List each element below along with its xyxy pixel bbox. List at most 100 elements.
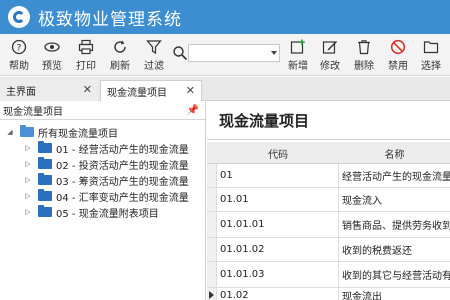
folder-icon	[38, 205, 52, 217]
folder-icon	[38, 141, 52, 153]
cell-name: 收到的其它与经营活动有关的现金	[342, 271, 450, 282]
tree-item-05[interactable]: ▷ 05 - 现金流量附表项目	[24, 204, 159, 220]
row-indicator	[207, 262, 217, 287]
edit-label: 修改	[320, 61, 340, 72]
add-icon	[290, 39, 305, 54]
cell-code: 01.01	[217, 188, 339, 211]
title-bar: 极致物业管理系统	[0, 0, 450, 34]
disable-button[interactable]: 禁用	[383, 37, 413, 73]
table-row-current[interactable]: 01.02 现金流出	[207, 288, 450, 300]
grid-header: 代码 名称	[207, 142, 450, 164]
refresh-icon	[114, 40, 126, 53]
tree-item-01[interactable]: ▷ 01 - 经营活动产生的现金流量	[24, 140, 189, 156]
table-row[interactable]: 01.01.03 收到的其它与经营活动有关的现金	[207, 262, 450, 288]
tree-panel-title: 现金流量项目	[3, 107, 63, 118]
collapsed-arrow-icon[interactable]: ▷	[24, 144, 32, 152]
search-icon[interactable]	[172, 45, 188, 61]
disable-icon	[390, 39, 406, 55]
row-indicator	[207, 212, 217, 237]
delete-button[interactable]: 删除	[349, 37, 379, 73]
delete-label: 删除	[354, 61, 374, 72]
tree-item-02[interactable]: ▷ 02 - 投资活动产生的现金流量	[24, 156, 189, 172]
chevron-down-icon[interactable]	[271, 51, 277, 55]
help-icon: ?	[11, 39, 27, 55]
collapsed-arrow-icon[interactable]: ▷	[24, 160, 32, 168]
tree-item-label: 03 - 筹资活动产生的现金流量	[56, 176, 189, 188]
tree-item-label: 05 - 现金流量附表项目	[56, 208, 159, 220]
trash-icon	[358, 40, 370, 55]
preview-label: 预览	[42, 61, 62, 72]
collapsed-arrow-icon[interactable]: ▷	[24, 176, 32, 184]
edit-icon	[322, 41, 337, 54]
app-logo-icon	[8, 6, 30, 28]
content-panel: 现金流量项目 代码 名称 01 经营活动产生的现金流量 01.01 现金流入 0…	[207, 102, 450, 300]
filter-icon	[146, 40, 162, 55]
tree-panel: 现金流量项目 📌 ◢ 所有现金流量项目 ▷ 01 - 经营活动产生的现金流量 ▷…	[0, 102, 206, 300]
close-icon[interactable]: ✕	[186, 84, 195, 97]
disable-label: 禁用	[388, 61, 408, 72]
tree-root[interactable]: ◢ 所有现金流量项目	[6, 124, 118, 140]
tree-item-03[interactable]: ▷ 03 - 筹资活动产生的现金流量	[24, 172, 189, 188]
column-header-name[interactable]: 名称	[339, 142, 450, 164]
svg-text:?: ?	[17, 44, 22, 54]
cell-name: 收到的税费返还	[342, 246, 412, 257]
collapsed-arrow-icon[interactable]: ▷	[24, 208, 32, 216]
cell-name: 销售商品、提供劳务收到的现金	[342, 221, 450, 232]
tab-home[interactable]: 主界面 ✕	[0, 80, 98, 101]
add-button[interactable]: 新增	[283, 37, 313, 73]
column-header-code[interactable]: 代码	[217, 142, 339, 164]
table-row[interactable]: 01 经营活动产生的现金流量	[207, 164, 450, 188]
tree-item-label: 04 - 汇率变动产生的现金流量	[56, 192, 189, 204]
tab-home-label: 主界面	[6, 87, 36, 98]
preview-icon	[44, 42, 60, 52]
select-label: 选择	[421, 61, 441, 72]
cell-code: 01.02	[217, 288, 339, 300]
row-indicator	[207, 164, 217, 187]
edit-button[interactable]: 修改	[315, 37, 345, 73]
table-row[interactable]: 01.01.02 收到的税费返还	[207, 238, 450, 262]
row-indicator-header	[207, 142, 217, 164]
search-input[interactable]	[188, 44, 280, 62]
folder-open-icon	[423, 41, 439, 54]
app-title: 极致物业管理系统	[38, 9, 182, 30]
print-label: 打印	[76, 61, 96, 72]
tree-item-04[interactable]: ▷ 04 - 汇率变动产生的现金流量	[24, 188, 189, 204]
cell-code: 01.01.02	[217, 238, 339, 261]
print-button[interactable]: 打印	[71, 37, 101, 73]
help-label: 帮助	[9, 61, 29, 72]
help-button[interactable]: ? 帮助	[4, 37, 34, 73]
row-indicator	[207, 238, 217, 261]
tab-cashflow-label: 现金流量项目	[107, 87, 167, 99]
search-box	[172, 44, 280, 62]
filter-label: 过滤	[144, 61, 164, 72]
expand-arrow-icon[interactable]: ◢	[6, 128, 14, 136]
pin-icon[interactable]: 📌	[187, 105, 199, 116]
folder-icon	[20, 125, 34, 137]
cell-code: 01.01.03	[217, 262, 339, 287]
tree-panel-header: 现金流量项目 📌	[0, 102, 205, 120]
cell-name: 经营活动产生的现金流量	[342, 172, 450, 183]
folder-icon	[38, 173, 52, 185]
cell-code: 01.01.01	[217, 212, 339, 237]
row-indicator	[207, 188, 217, 211]
cell-code: 01	[217, 164, 339, 187]
filter-button[interactable]: 过滤	[139, 37, 169, 73]
table-row[interactable]: 01.01 现金流入	[207, 188, 450, 212]
preview-button[interactable]: 预览	[37, 37, 67, 73]
collapsed-arrow-icon[interactable]: ▷	[24, 192, 32, 200]
printer-icon	[78, 39, 94, 55]
cell-name: 现金流出	[342, 291, 382, 300]
close-icon[interactable]: ✕	[83, 83, 92, 96]
select-button[interactable]: 选择	[416, 37, 446, 73]
tree-item-label: 01 - 经营活动产生的现金流量	[56, 144, 189, 156]
cell-name: 现金流入	[342, 196, 382, 207]
table-row[interactable]: 01.01.01 销售商品、提供劳务收到的现金	[207, 212, 450, 238]
row-indicator	[207, 288, 217, 300]
folder-icon	[38, 189, 52, 201]
tree-root-label: 所有现金流量项目	[38, 128, 118, 140]
refresh-button[interactable]: 刷新	[105, 37, 135, 73]
folder-icon	[38, 157, 52, 169]
add-label: 新增	[288, 61, 308, 72]
tab-cashflow[interactable]: 现金流量项目 ✕	[100, 80, 202, 101]
tab-bar: 主界面 ✕ 现金流量项目 ✕	[0, 77, 450, 101]
